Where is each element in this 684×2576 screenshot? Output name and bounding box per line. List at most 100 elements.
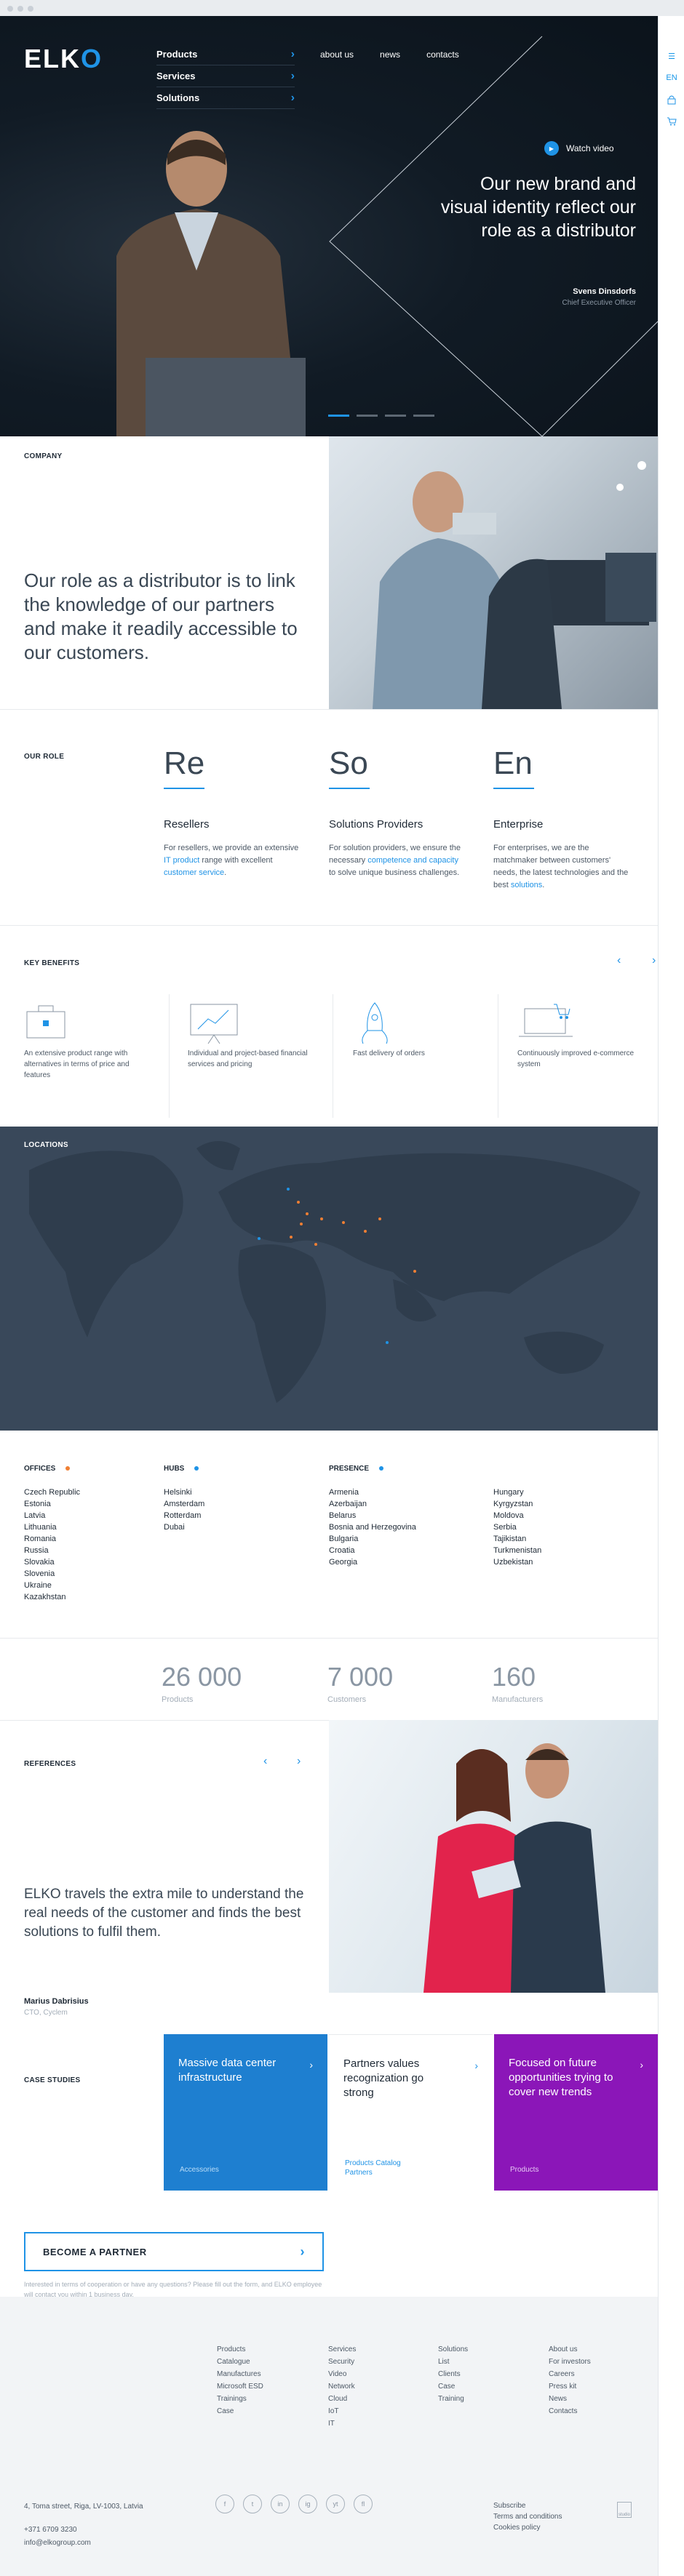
linkedin-icon[interactable]: in [271, 2495, 290, 2513]
footer-link[interactable]: Contacts [549, 2405, 591, 2417]
list-item: Helsinki [164, 1488, 192, 1497]
role-solutions-providers: So Solutions Providers For solution prov… [329, 745, 467, 879]
stat-label: Manufacturers [492, 1695, 544, 1704]
role-link[interactable]: competence and capacity [367, 856, 458, 865]
footer-link[interactable]: Cloud [328, 2393, 356, 2405]
role-link[interactable]: solutions [511, 881, 542, 889]
menu-item-services[interactable]: Services › [156, 65, 295, 87]
role-link[interactable]: customer service [164, 868, 224, 877]
footer-link[interactable]: Trainings [217, 2393, 263, 2405]
chevron-right-icon: › [290, 91, 295, 104]
cart-icon[interactable] [659, 111, 684, 132]
case-title: Massive data center infrastructure [178, 2057, 277, 2084]
studio-badge[interactable]: studio [617, 2502, 632, 2518]
slider-indicators [328, 415, 434, 417]
play-icon: ▶ [544, 141, 559, 156]
footer-col-products: Products Catalogue Manufactures Microsof… [217, 2343, 263, 2417]
case-tag: Products [510, 2166, 539, 2174]
benefit-item: Fast delivery of orders [353, 994, 498, 1118]
office-marker[interactable] [314, 1243, 317, 1246]
footer-link[interactable]: Services [328, 2343, 356, 2356]
footer-link[interactable]: Microsoft ESD [217, 2380, 263, 2393]
office-marker[interactable] [413, 1270, 416, 1273]
footer-link[interactable]: Terms and conditions [493, 2511, 562, 2522]
footer-link[interactable]: Case [438, 2380, 468, 2393]
office-marker[interactable] [306, 1212, 309, 1215]
nav-about-us[interactable]: about us [320, 49, 354, 60]
chevron-right-icon: › [640, 2059, 643, 2071]
footer-link[interactable]: IoT [328, 2405, 356, 2417]
youtube-icon[interactable]: yt [326, 2495, 345, 2513]
footer-link[interactable]: Manufactures [217, 2368, 263, 2380]
flickr-icon[interactable]: fl [354, 2495, 373, 2513]
slide-indicator[interactable] [357, 415, 378, 417]
office-marker[interactable] [342, 1221, 345, 1224]
key-benefits-label: KEY BENEFITS [24, 959, 80, 967]
watch-video-label: Watch video [566, 143, 614, 153]
case-title: Partners values recognization go strong [343, 2057, 424, 2099]
footer-link[interactable]: Training [438, 2393, 468, 2405]
language-switch[interactable]: EN [659, 67, 684, 89]
case-study-card[interactable]: Focused on future opportunities trying t… [494, 2034, 658, 2191]
twitter-icon[interactable]: t [243, 2495, 262, 2513]
list-item: Kazakhstan [24, 1593, 66, 1601]
next-arrow-icon[interactable]: › [652, 954, 656, 967]
footer-link[interactable]: Cookies policy [493, 2522, 562, 2533]
top-nav: about us news contacts [320, 49, 459, 60]
footer-link[interactable]: Clients [438, 2368, 468, 2380]
footer-link[interactable]: For investors [549, 2356, 591, 2368]
footer-email[interactable]: info@elkogroup.com [24, 2537, 143, 2550]
hero: ELKO Products › Services › Solutions › abou… [0, 16, 658, 436]
menu-item-solutions[interactable]: Solutions › [156, 87, 295, 109]
footer-link[interactable]: Subscribe [493, 2500, 562, 2511]
case-study-card[interactable]: Partners values recognization go strong … [329, 2034, 493, 2191]
slide-indicator[interactable] [385, 415, 406, 417]
footer-link[interactable]: IT [328, 2417, 356, 2430]
become-partner-button[interactable]: BECOME A PARTNER › [24, 2232, 324, 2271]
elko-logo[interactable]: ELKO [24, 44, 103, 74]
instagram-icon[interactable]: ig [298, 2495, 317, 2513]
hub-marker[interactable] [287, 1188, 290, 1191]
slide-indicator[interactable] [413, 415, 434, 417]
office-marker[interactable] [378, 1217, 381, 1220]
footer-link[interactable]: Careers [549, 2368, 591, 2380]
case-study-card[interactable]: Massive data center infrastructure › Acc… [164, 2034, 327, 2191]
menu-item-products[interactable]: Products › [156, 44, 295, 65]
footer-link[interactable]: Catalogue [217, 2356, 263, 2368]
role-link[interactable]: IT product [164, 856, 199, 865]
nav-contacts[interactable]: contacts [426, 49, 459, 60]
footer-link[interactable]: Products [217, 2343, 263, 2356]
office-marker[interactable] [320, 1217, 323, 1220]
prev-arrow-icon[interactable]: ‹ [617, 954, 621, 967]
footer-link[interactable]: Press kit [549, 2380, 591, 2393]
prev-arrow-icon[interactable]: ‹ [263, 1755, 267, 1768]
next-arrow-icon[interactable]: › [297, 1755, 301, 1768]
hub-marker[interactable] [386, 1341, 389, 1344]
offices-label: OFFICES [24, 1465, 56, 1473]
footer-link[interactable]: Security [328, 2356, 356, 2368]
watch-video-button[interactable]: ▶ Watch video [544, 141, 614, 156]
nav-news[interactable]: news [380, 49, 400, 60]
footer-link[interactable]: About us [549, 2343, 591, 2356]
footer-link[interactable]: Network [328, 2380, 356, 2393]
footer-legal: Subscribe Terms and conditions Cookies p… [493, 2500, 562, 2533]
benefit-item: Continuously improved e-commerce system [517, 994, 663, 1118]
footer-link[interactable]: Solutions [438, 2343, 468, 2356]
menu-icon[interactable]: ☰ [659, 45, 684, 67]
presentation-chart-icon [190, 1004, 238, 1044]
footer-phone[interactable]: +371 6709 3230 [24, 2524, 143, 2537]
office-marker[interactable] [300, 1223, 303, 1225]
office-marker[interactable] [290, 1236, 293, 1239]
chevron-right-icon: › [309, 2059, 313, 2071]
facebook-icon[interactable]: f [215, 2495, 234, 2513]
footer-link[interactable]: Case [217, 2405, 263, 2417]
footer-link[interactable]: List [438, 2356, 468, 2368]
office-marker[interactable] [297, 1201, 300, 1204]
slide-indicator[interactable] [328, 415, 349, 417]
list-item: Serbia [493, 1523, 517, 1532]
lock-icon[interactable] [659, 89, 684, 111]
office-marker[interactable] [364, 1230, 367, 1233]
footer-link[interactable]: News [549, 2393, 591, 2405]
hub-marker[interactable] [258, 1237, 261, 1240]
footer-link[interactable]: Video [328, 2368, 356, 2380]
